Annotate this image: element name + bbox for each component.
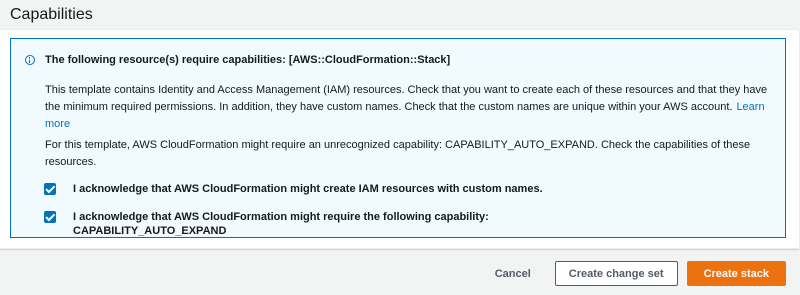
acknowledge-auto-expand-label-line2: CAPABILITY_AUTO_EXPAND: [73, 225, 227, 237]
acknowledge-auto-expand-row[interactable]: I acknowledge that AWS CloudFormation mi…: [44, 210, 489, 238]
acknowledge-auto-expand-label[interactable]: I acknowledge that AWS CloudFormation mi…: [73, 210, 489, 238]
acknowledge-iam-checkbox[interactable]: [44, 183, 56, 195]
section-title: Capabilities: [10, 6, 93, 23]
iam-resources-text: This template contains Identity and Acce…: [45, 84, 768, 113]
create-stack-button[interactable]: Create stack: [686, 261, 786, 286]
iam-resources-paragraph: This template contains Identity and Acce…: [45, 82, 773, 133]
info-icon: [25, 55, 35, 65]
acknowledge-iam-label[interactable]: I acknowledge that AWS CloudFormation mi…: [73, 182, 543, 196]
acknowledge-iam-row[interactable]: I acknowledge that AWS CloudFormation mi…: [44, 182, 543, 196]
cancel-button[interactable]: Cancel: [495, 268, 555, 280]
capability-paragraph: For this template, AWS CloudFormation mi…: [45, 139, 751, 168]
create-change-set-button[interactable]: Create change set: [554, 261, 678, 286]
acknowledge-auto-expand-checkbox[interactable]: [44, 211, 56, 223]
acknowledge-auto-expand-label-line1: I acknowledge that AWS CloudFormation mi…: [73, 211, 489, 223]
form-actions: Cancel Create change set Create stack: [495, 261, 786, 286]
capabilities-info-alert: The following resource(s) require capabi…: [10, 38, 786, 238]
capabilities-panel: The following resource(s) require capabi…: [0, 29, 799, 249]
alert-title: The following resource(s) require capabi…: [45, 54, 451, 66]
